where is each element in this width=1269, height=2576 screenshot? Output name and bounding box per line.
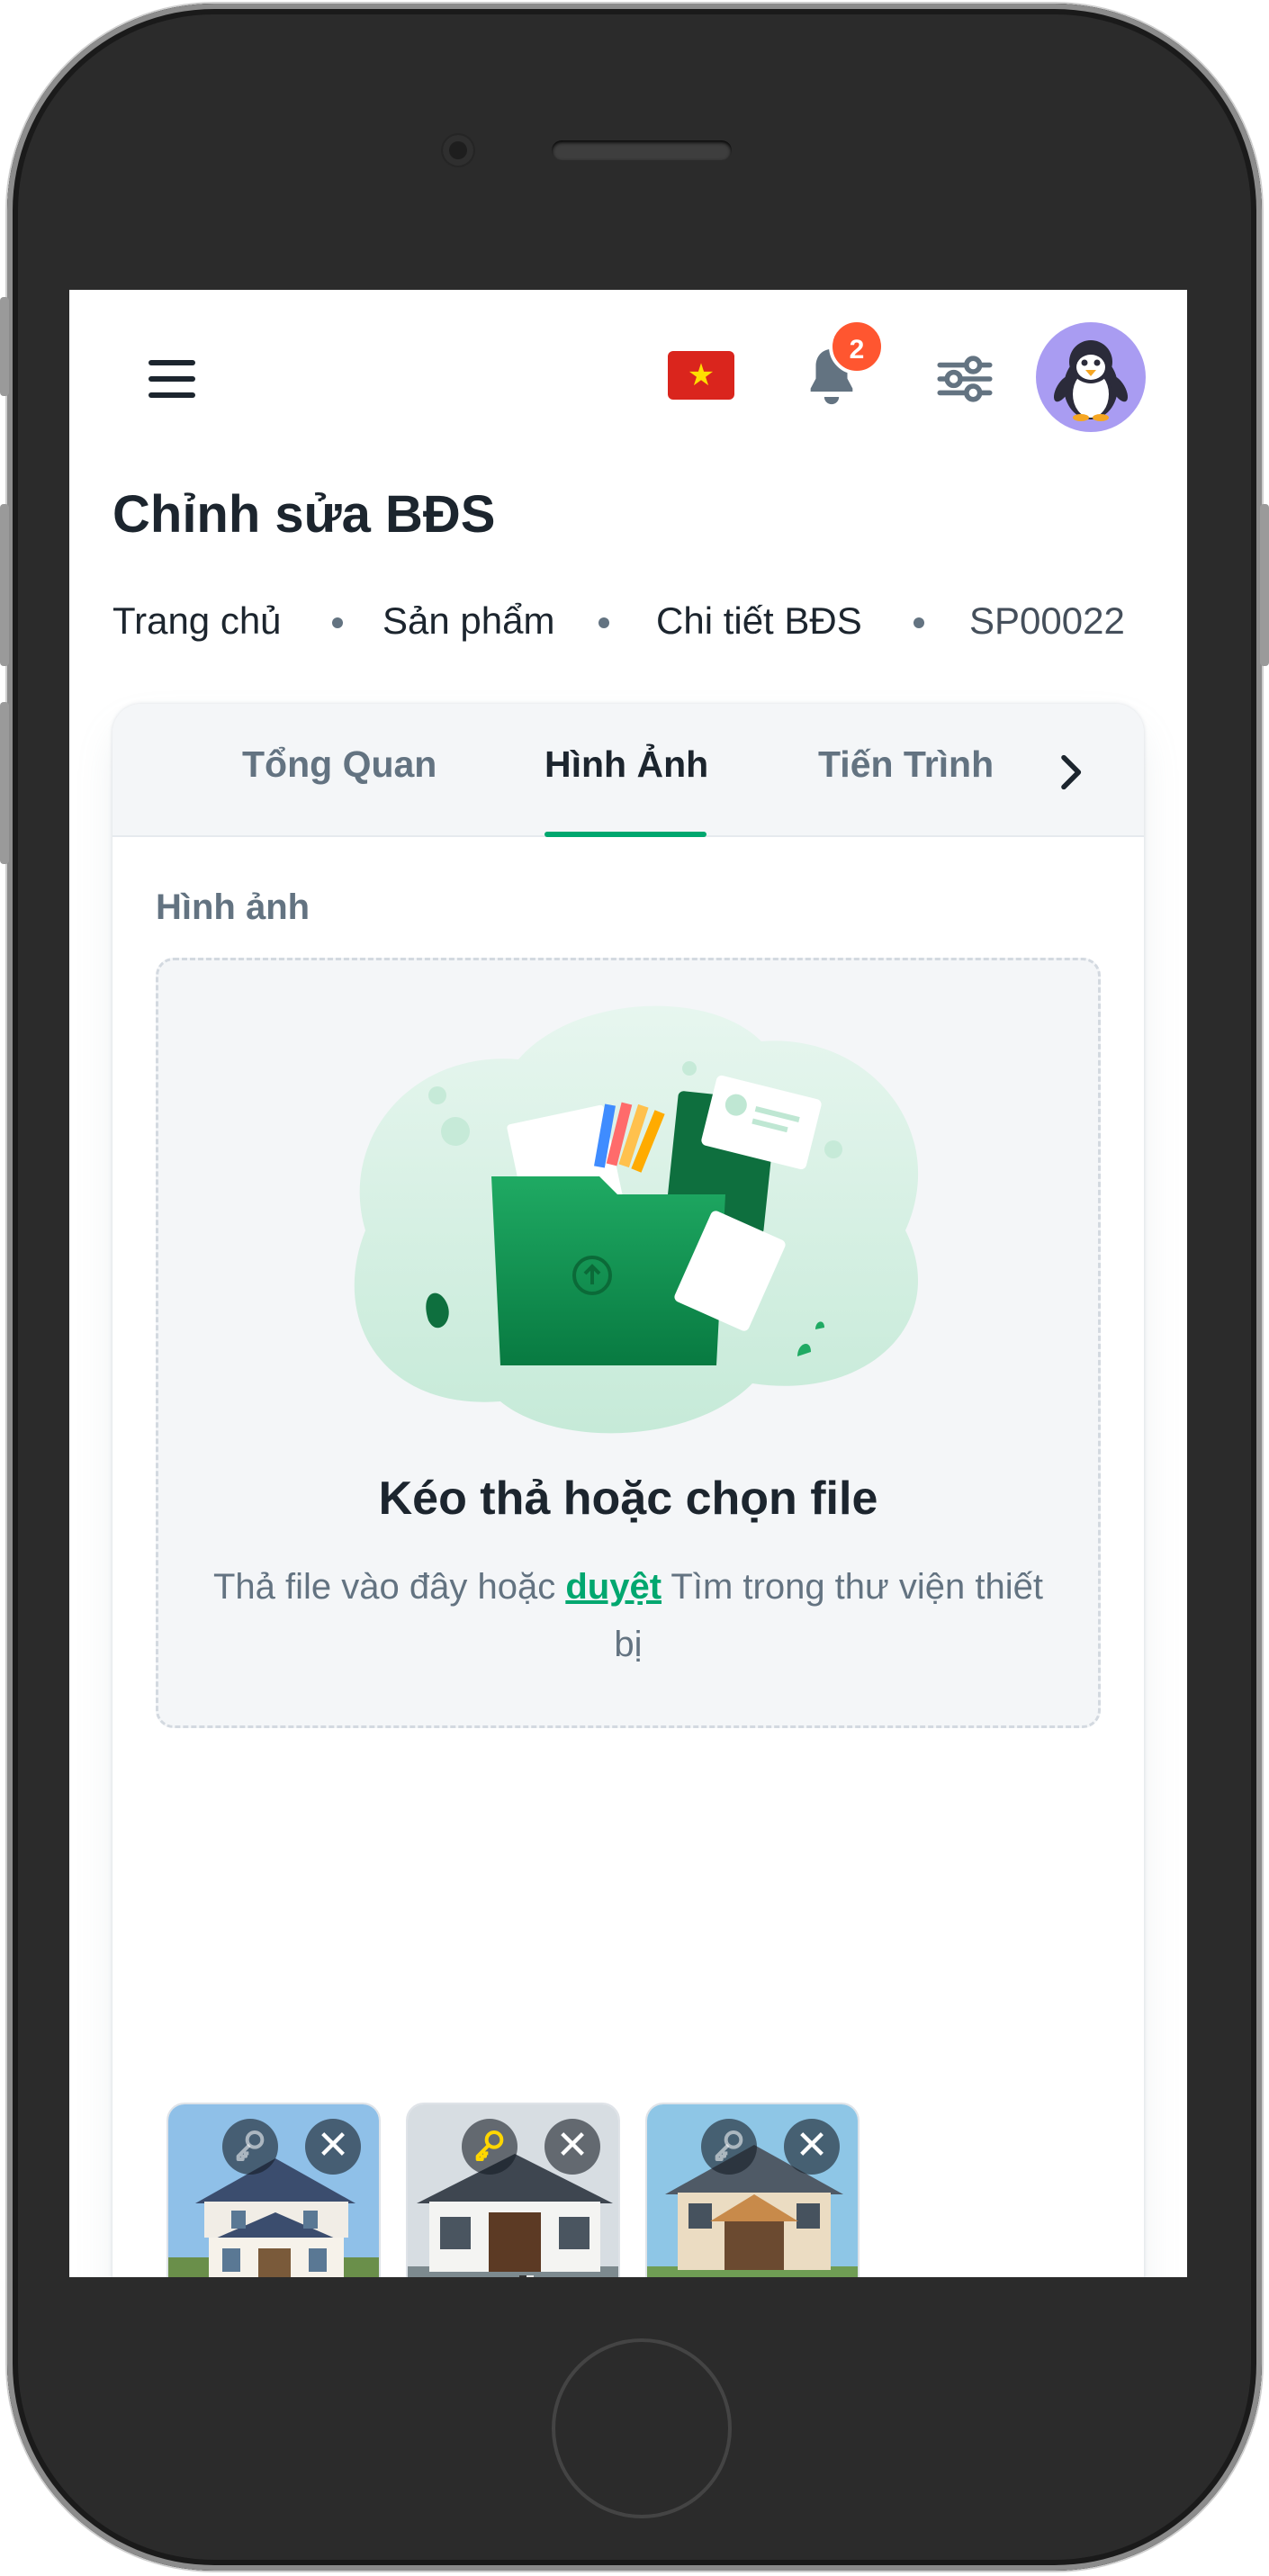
vietnam-flag-icon[interactable]: ★ <box>668 351 734 400</box>
flag-star-icon: ★ <box>687 358 716 392</box>
page-title: Chỉnh sửa BĐS <box>112 485 496 544</box>
user-avatar[interactable] <box>1036 322 1146 432</box>
breadcrumb: Trang chủ Sản phẩm Chi tiết BĐS SP00022 <box>112 599 1156 650</box>
remove-image-close-icon[interactable]: ✕ <box>544 2119 600 2175</box>
notification-badge: 2 <box>829 319 885 374</box>
top-header: ★ 2 <box>69 290 1187 461</box>
image-thumbnail[interactable]: ✕ <box>406 2103 620 2277</box>
tab-progress[interactable]: Tiến Trình <box>818 743 994 786</box>
phone-speaker <box>552 140 732 160</box>
phone-camera <box>443 135 473 166</box>
phone-volume-down <box>0 702 9 864</box>
settings-sliders-icon[interactable] <box>932 346 998 412</box>
set-primary-key-icon[interactable] <box>222 2119 278 2175</box>
dropzone-title: Kéo thả hoặc chọn file <box>378 1473 878 1525</box>
tab-bar: Tổng Quan Hình Ảnh Tiến Trình <box>112 704 1144 837</box>
remove-image-close-icon[interactable]: ✕ <box>305 2119 361 2175</box>
chevron-right-icon[interactable] <box>1045 747 1095 797</box>
edit-card: Tổng Quan Hình Ảnh Tiến Trình Hình ảnh K… <box>112 704 1144 2277</box>
penguin-avatar-icon <box>1053 340 1129 421</box>
breadcrumb-detail[interactable]: Chi tiết BĐS <box>656 599 862 643</box>
phone-power-button <box>1260 504 1269 666</box>
file-dropzone[interactable]: Kéo thả hoặc chọn file Thả file vào đây … <box>156 958 1101 1728</box>
breadcrumb-home[interactable]: Trang chủ <box>112 599 282 643</box>
remove-image-close-icon[interactable]: ✕ <box>784 2119 840 2175</box>
tab-overview[interactable]: Tổng Quan <box>242 743 436 786</box>
app-screen: ★ 2 Chỉnh sửa BĐS Trang chủ Sản phẩm Chi… <box>69 290 1187 2277</box>
primary-key-icon-active[interactable] <box>462 2119 518 2175</box>
breadcrumb-separator <box>598 617 609 628</box>
image-thumbnail[interactable]: ✕ <box>645 2103 860 2277</box>
image-thumbnail[interactable]: ✕ <box>166 2103 381 2277</box>
browse-link[interactable]: duyệt <box>565 1567 662 1607</box>
phone-mute-switch <box>0 297 9 396</box>
tab-images[interactable]: Hình Ảnh <box>544 743 708 786</box>
images-section-label: Hình ảnh <box>156 887 310 927</box>
set-primary-key-icon[interactable] <box>701 2119 757 2175</box>
breadcrumb-current: SP00022 <box>969 599 1125 642</box>
breadcrumb-separator <box>332 617 343 628</box>
dropzone-desc-before: Thả file vào đây hoặc <box>212 1567 566 1607</box>
active-tab-indicator <box>544 832 706 837</box>
menu-icon[interactable] <box>140 353 204 407</box>
phone-home-button <box>552 2338 732 2518</box>
breadcrumb-separator <box>914 617 924 628</box>
upload-folder-illustration <box>354 1005 919 1434</box>
phone-volume-up <box>0 504 9 666</box>
dropzone-desc-after: Tìm trong thư viện thiết bị <box>614 1567 1044 1664</box>
dropzone-description: Thả file vào đây hoặc duyệt Tìm trong th… <box>212 1558 1044 1673</box>
breadcrumb-products[interactable]: Sản phẩm <box>382 599 554 643</box>
